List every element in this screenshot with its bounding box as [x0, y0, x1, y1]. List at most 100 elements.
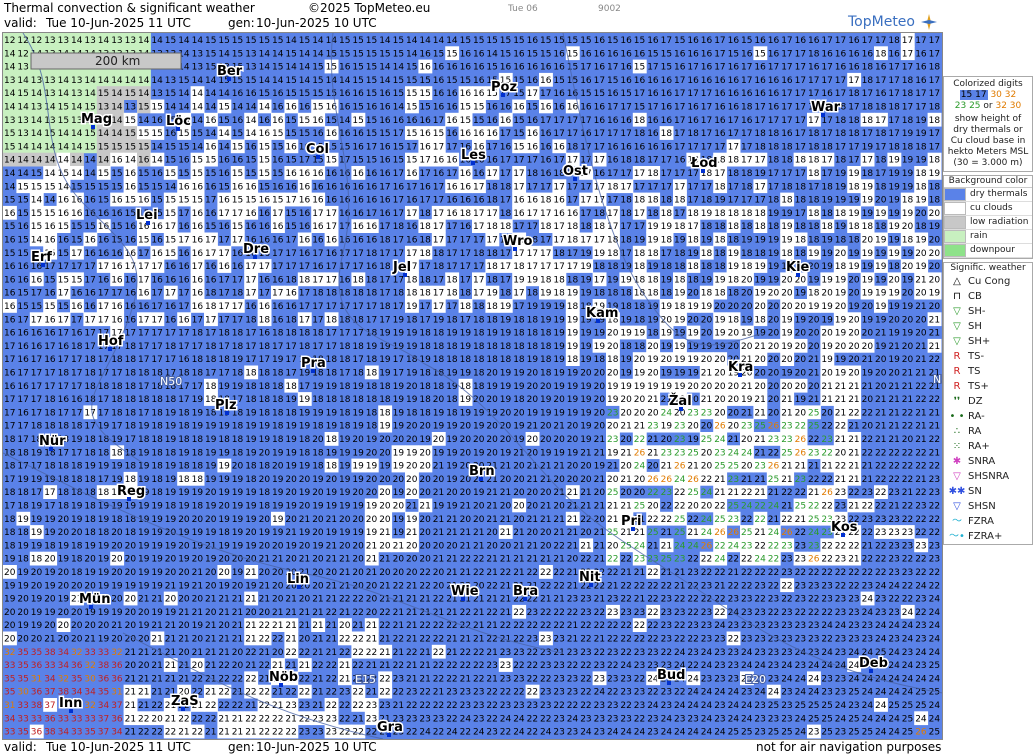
- grid-value: 19: [31, 528, 43, 538]
- grid-value: 20: [272, 648, 284, 658]
- grid-value: 16: [741, 116, 753, 126]
- grid-value: 23: [661, 688, 672, 698]
- grid-value: 19: [299, 488, 311, 498]
- grid-value: 18: [326, 355, 338, 365]
- grid-value: 14: [31, 142, 43, 152]
- grid-value: 16: [98, 275, 110, 285]
- grid-value: 19: [178, 448, 190, 458]
- grid-value: 18: [178, 435, 190, 445]
- grid-value: 22: [205, 701, 216, 711]
- grid-value: 24: [741, 648, 753, 658]
- grid-value: 22: [326, 608, 337, 618]
- grid-value: 21: [151, 661, 162, 671]
- grid-value: 19: [714, 196, 726, 206]
- grid-value: 18: [795, 236, 807, 246]
- grid-value: 19: [540, 395, 552, 405]
- grid-value: 15: [312, 103, 323, 113]
- grid-value: 17: [151, 302, 162, 312]
- grid-value: 20: [620, 435, 632, 445]
- grid-value: 19: [218, 462, 230, 472]
- signif-weather-box: Signific. weather △ Cu Cong ⊓ CB ▽ SH- ▽ SH ▽ SH+…: [943, 262, 1033, 545]
- grid-value: 17: [929, 49, 940, 59]
- grid-value: 32: [71, 648, 82, 658]
- grid-value: 20: [406, 422, 418, 432]
- grid-value: 20: [795, 369, 807, 379]
- grid-value: 15: [31, 209, 42, 219]
- grid-value: 18: [567, 302, 579, 312]
- grid-value: 19: [151, 502, 163, 512]
- grid-value: 18: [714, 236, 726, 246]
- grid-value: 20: [58, 568, 70, 578]
- grid-value: 23: [795, 661, 806, 671]
- grid-value: 19: [17, 541, 29, 551]
- grid-value: 23: [781, 635, 792, 645]
- grid-value: 19: [902, 249, 914, 259]
- grid-value: 22: [915, 488, 926, 498]
- grid-value: 20: [460, 448, 472, 458]
- grid-value: 21: [419, 674, 430, 684]
- grid-value: 17: [205, 369, 216, 379]
- grid-value: 19: [419, 435, 431, 445]
- grid-value: 15: [634, 63, 645, 73]
- grid-value: 19: [875, 236, 887, 246]
- grid-value: 16: [192, 302, 204, 312]
- grid-value: 17: [58, 315, 69, 325]
- grid-value: 18: [259, 462, 271, 472]
- grid-value: 25: [687, 448, 698, 458]
- grid-value: 20: [728, 329, 740, 339]
- grid-value: 16: [205, 275, 217, 285]
- grid-value: 18: [768, 142, 780, 152]
- grid-value: 16: [768, 49, 780, 59]
- grid-value: 20: [379, 448, 391, 458]
- grid-value: 22: [259, 621, 270, 631]
- grid-value: 22: [540, 568, 551, 578]
- grid-value: 20: [406, 462, 418, 472]
- grid-value: 16: [714, 129, 726, 139]
- grid-value: 20: [647, 462, 659, 472]
- grid-value: 19: [98, 515, 110, 525]
- grid-value: 21: [620, 422, 631, 432]
- grid-value: 18: [326, 315, 338, 325]
- grid-value: 19: [754, 236, 766, 246]
- grid-value: 18: [272, 408, 284, 418]
- grid-value: 23: [607, 408, 618, 418]
- grid-value: 22: [862, 555, 873, 565]
- grid-value: 17: [285, 262, 296, 272]
- grid-value: 19: [98, 581, 110, 591]
- grid-value: 16: [620, 142, 632, 152]
- grid-value: 21: [406, 621, 417, 631]
- grid-value: 14: [84, 169, 96, 179]
- grid-value: 16: [647, 89, 659, 99]
- grid-value: 17: [58, 262, 69, 272]
- grid-value: 38: [44, 728, 56, 738]
- grid-value: 19: [138, 422, 150, 432]
- grid-value: 14: [125, 76, 137, 86]
- grid-value: 17: [31, 289, 42, 299]
- grid-value: 16: [647, 142, 659, 152]
- grid-value: 17: [701, 129, 712, 139]
- grid-value: 19: [929, 169, 941, 179]
- grid-value: 20: [473, 435, 485, 445]
- grid-value: 24: [741, 714, 753, 724]
- grid-value: 18: [862, 76, 874, 86]
- grid-value: 18: [835, 156, 847, 166]
- grid-value: 17: [299, 289, 310, 299]
- sample-high: 30 32: [990, 90, 1017, 100]
- map-area[interactable]: 12 12 12 13 13 14 13 14 13 13 14 14 15 14 14 15 15 15 15 15…: [2, 32, 943, 740]
- grid-value: 19: [915, 116, 927, 126]
- grid-value: 24: [808, 528, 820, 538]
- grid-value: 24: [754, 688, 766, 698]
- grid-value: 19: [326, 488, 338, 498]
- grid-value: 14: [111, 76, 123, 86]
- grid-value: 18: [875, 222, 887, 232]
- grid-value: 19: [165, 608, 177, 618]
- grid-value: 21: [486, 595, 497, 605]
- grid-value: 15: [486, 36, 497, 46]
- grid-value: 18: [902, 76, 914, 86]
- grid-value: 18: [754, 129, 766, 139]
- grid-value: 21: [366, 635, 377, 645]
- grid-value: 23: [406, 714, 417, 724]
- grid-value: 19: [232, 502, 244, 512]
- grid-value: 17: [527, 156, 538, 166]
- grid-value: 21: [393, 608, 404, 618]
